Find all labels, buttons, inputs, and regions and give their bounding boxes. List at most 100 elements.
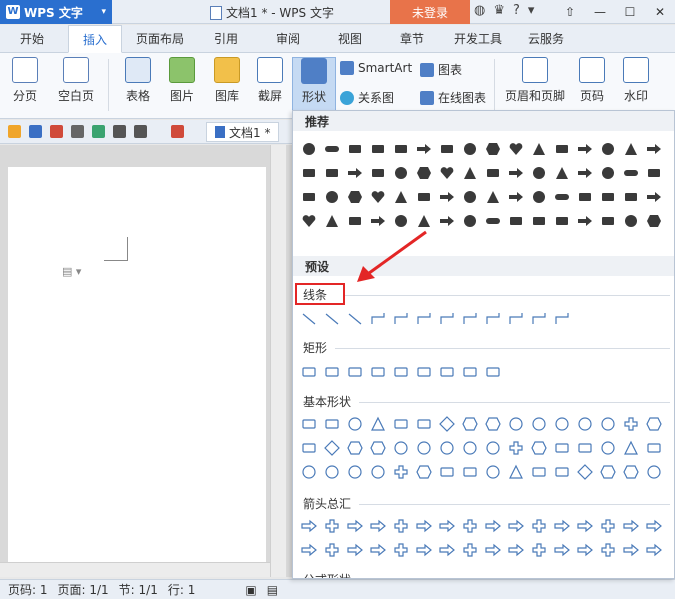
recommended-rect-icon[interactable] (393, 141, 409, 157)
basic-rect-icon[interactable] (393, 416, 409, 432)
basic-rect-icon[interactable] (554, 464, 570, 480)
recommended-arrow-icon[interactable] (416, 141, 432, 157)
basic-triangle-icon[interactable] (508, 464, 524, 480)
line-line-icon[interactable] (324, 311, 340, 327)
recommended-rect-icon[interactable] (508, 213, 524, 229)
tab-home[interactable]: 开始 (20, 30, 44, 47)
recommended-rect-icon[interactable] (600, 213, 616, 229)
recommended-rect-icon[interactable] (577, 189, 593, 205)
basic-circle-icon[interactable] (554, 416, 570, 432)
basic-rect-icon[interactable] (439, 464, 455, 480)
tab-developer[interactable]: 开发工具 (454, 30, 502, 47)
vertical-scrollbar[interactable] (270, 145, 286, 577)
recommended-rect-icon[interactable] (623, 189, 639, 205)
recommended-triangle-icon[interactable] (462, 165, 478, 181)
recommended-heart-icon[interactable] (508, 141, 524, 157)
recommended-circle-icon[interactable] (462, 213, 478, 229)
layout-icon[interactable]: ▤ (267, 583, 278, 597)
basic-circle-icon[interactable] (600, 440, 616, 456)
help-icon[interactable]: ? (513, 3, 520, 18)
recommended-rect-icon[interactable] (531, 213, 547, 229)
document-page[interactable]: ▤ ▾ (8, 167, 266, 577)
recommended-triangle-icon[interactable] (554, 165, 570, 181)
document-tab[interactable]: 文档1 * (206, 122, 280, 142)
recommended-rect-icon[interactable] (485, 165, 501, 181)
basic-rect-icon[interactable] (462, 464, 478, 480)
basic-circle-icon[interactable] (370, 464, 386, 480)
arrow-arrow-icon[interactable] (554, 542, 570, 558)
arrow-plus-icon[interactable] (600, 542, 616, 558)
rectangle-rect-icon[interactable] (347, 364, 363, 380)
recommended-triangle-icon[interactable] (416, 213, 432, 229)
recommended-circle-icon[interactable] (301, 141, 317, 157)
basic-rect-icon[interactable] (416, 416, 432, 432)
close-icon[interactable]: ✕ (645, 0, 675, 24)
minimize-icon[interactable]: — (585, 0, 615, 24)
view-mode-icon[interactable]: ▣ (245, 583, 256, 597)
basic-triangle-icon[interactable] (370, 416, 386, 432)
arrow-arrow-icon[interactable] (577, 518, 593, 534)
line-zig-icon[interactable] (508, 311, 524, 327)
recommended-arrow-icon[interactable] (646, 141, 662, 157)
arrow-plus-icon[interactable] (324, 542, 340, 558)
arrow-arrow-icon[interactable] (439, 542, 455, 558)
recommended-arrow-icon[interactable] (347, 165, 363, 181)
arrow-plus-icon[interactable] (531, 542, 547, 558)
arrow-arrow-icon[interactable] (646, 542, 662, 558)
basic-plus-icon[interactable] (508, 440, 524, 456)
print-icon[interactable] (71, 125, 84, 138)
recommended-hexagon-icon[interactable] (347, 189, 363, 205)
basic-rect-icon[interactable] (531, 464, 547, 480)
wps-w-icon[interactable] (171, 125, 184, 138)
arrow-arrow-icon[interactable] (508, 542, 524, 558)
basic-hexagon-icon[interactable] (623, 464, 639, 480)
arrow-arrow-icon[interactable] (508, 518, 524, 534)
basic-plus-icon[interactable] (623, 416, 639, 432)
maximize-icon[interactable]: ☐ (615, 0, 645, 24)
tab-insert[interactable]: 插入 (68, 25, 123, 53)
line-zig-icon[interactable] (416, 311, 432, 327)
shapes-button[interactable]: 形状 (292, 57, 336, 113)
basic-circle-icon[interactable] (508, 416, 524, 432)
online-chart-button[interactable]: 在线图表 (420, 89, 486, 106)
recommended-rect-icon[interactable] (301, 189, 317, 205)
line-zig-icon[interactable] (531, 311, 547, 327)
recommended-arrow-icon[interactable] (646, 189, 662, 205)
recommended-pill-icon[interactable] (554, 189, 570, 205)
arrow-arrow-icon[interactable] (554, 518, 570, 534)
rectangle-rect-icon[interactable] (393, 364, 409, 380)
rectangle-rect-icon[interactable] (301, 364, 317, 380)
arrow-plus-icon[interactable] (393, 542, 409, 558)
basic-plus-icon[interactable] (393, 464, 409, 480)
basic-hexagon-icon[interactable] (531, 440, 547, 456)
login-button[interactable]: 未登录 (390, 0, 470, 24)
tab-cloud[interactable]: 云服务 (528, 30, 564, 47)
basic-hexagon-icon[interactable] (347, 440, 363, 456)
recommended-rect-icon[interactable] (324, 165, 340, 181)
recommended-rect-icon[interactable] (347, 213, 363, 229)
rectangle-rect-icon[interactable] (485, 364, 501, 380)
basic-circle-icon[interactable] (462, 440, 478, 456)
basic-hexagon-icon[interactable] (646, 416, 662, 432)
recommended-circle-icon[interactable] (462, 141, 478, 157)
recommended-arrow-icon[interactable] (439, 189, 455, 205)
recommended-heart-icon[interactable] (370, 189, 386, 205)
arrow-plus-icon[interactable] (393, 518, 409, 534)
recommended-triangle-icon[interactable] (623, 141, 639, 157)
arrow-arrow-icon[interactable] (485, 542, 501, 558)
rectangle-rect-icon[interactable] (462, 364, 478, 380)
shirt-icon[interactable]: ♛ (493, 3, 505, 18)
recommended-rect-icon[interactable] (370, 165, 386, 181)
tab-review[interactable]: 审阅 (276, 30, 300, 47)
basic-circle-icon[interactable] (485, 464, 501, 480)
recommended-hexagon-icon[interactable] (416, 165, 432, 181)
arrow-arrow-icon[interactable] (347, 518, 363, 534)
basic-rect-icon[interactable] (301, 416, 317, 432)
arrow-arrow-icon[interactable] (301, 518, 317, 534)
line-zig-icon[interactable] (462, 311, 478, 327)
recommended-triangle-icon[interactable] (485, 189, 501, 205)
arrow-arrow-icon[interactable] (646, 518, 662, 534)
recommended-circle-icon[interactable] (324, 189, 340, 205)
basic-circle-icon[interactable] (393, 440, 409, 456)
recommended-circle-icon[interactable] (600, 141, 616, 157)
